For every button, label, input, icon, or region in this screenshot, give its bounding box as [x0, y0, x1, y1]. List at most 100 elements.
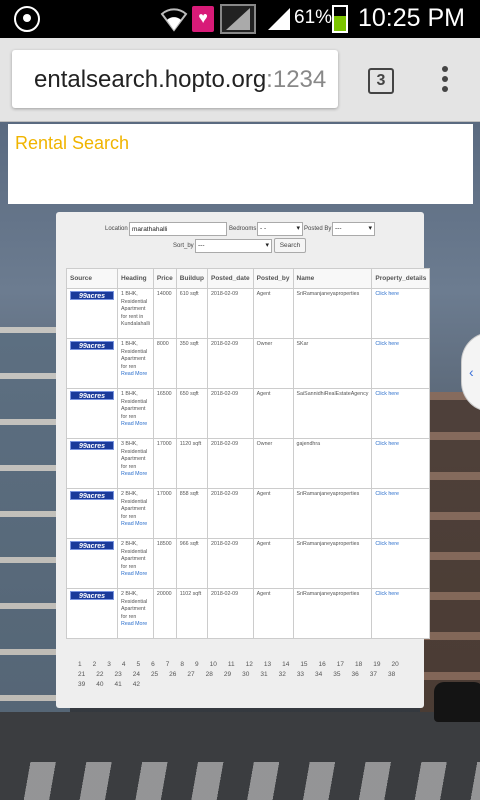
- click-here-link[interactable]: Click here: [375, 541, 399, 547]
- name-cell: SaiSannidhiRealEstateAgency: [292, 388, 373, 439]
- click-here-link[interactable]: Click here: [375, 591, 399, 597]
- page-link[interactable]: 36: [352, 670, 359, 680]
- location-input[interactable]: [129, 222, 227, 236]
- source-logo[interactable]: 99acres: [70, 441, 114, 450]
- page-link[interactable]: 13: [264, 660, 271, 670]
- click-here-link[interactable]: Click here: [375, 291, 399, 297]
- heading-cell: 1 BHK, Residential Apartment for ren Read…: [117, 338, 154, 389]
- url-bar[interactable]: entalsearch.hopto.org:1234: [12, 50, 338, 108]
- buildup-cell: 650 sqft: [175, 388, 208, 439]
- heading-cell: 1 BHK, Residential Apartment for rent in…: [117, 288, 154, 339]
- page-link[interactable]: 11: [228, 660, 235, 670]
- read-more-link[interactable]: Read More: [121, 621, 147, 627]
- page-link[interactable]: 35: [333, 670, 340, 680]
- source-logo[interactable]: 99acres: [70, 291, 114, 300]
- page-link[interactable]: 9: [195, 660, 199, 670]
- signal-box-icon: [220, 4, 256, 34]
- page-link[interactable]: 29: [224, 670, 231, 680]
- page-link[interactable]: 6: [151, 660, 155, 670]
- page-link[interactable]: 4: [122, 660, 126, 670]
- page-link[interactable]: 41: [114, 680, 121, 690]
- click-here-link[interactable]: Click here: [375, 341, 399, 347]
- page-link[interactable]: 7: [166, 660, 170, 670]
- source-logo[interactable]: 99acres: [70, 591, 114, 600]
- page-link[interactable]: 37: [370, 670, 377, 680]
- read-more-link[interactable]: Read More: [121, 571, 147, 577]
- page-link[interactable]: 39: [78, 680, 85, 690]
- table-row: 99acres 1 BHK, Residential Apartment for…: [66, 288, 431, 339]
- name-cell: SriRamanjaneyaproperties: [292, 488, 373, 539]
- buildup-cell: 1120 sqft: [175, 438, 208, 489]
- source-logo[interactable]: 99acres: [70, 491, 114, 500]
- column-header: Buildup: [175, 268, 208, 289]
- posted-date-cell: 2018-02-09: [206, 288, 254, 339]
- column-header: Source: [66, 268, 118, 289]
- page-link[interactable]: 34: [315, 670, 322, 680]
- page-link[interactable]: 31: [260, 670, 267, 680]
- page-link[interactable]: 23: [114, 670, 121, 680]
- page-link[interactable]: 12: [246, 660, 253, 670]
- read-more-link[interactable]: Read More: [121, 521, 147, 527]
- details-cell: Click here: [371, 588, 431, 639]
- table-row: 99acres 2 BHK, Residential Apartment for…: [66, 488, 431, 539]
- read-more-link[interactable]: Read More: [121, 371, 147, 377]
- heading-cell: 2 BHK, Residential Apartment for ren Read…: [117, 488, 154, 539]
- click-here-link[interactable]: Click here: [375, 391, 399, 397]
- page-link[interactable]: 19: [373, 660, 380, 670]
- sort-by-select[interactable]: ---: [195, 239, 272, 253]
- heading-cell: 1 BHK, Residential Apartment for ren Read…: [117, 388, 154, 439]
- tab-switcher-button[interactable]: 3: [368, 68, 394, 94]
- header-panel: Rental Search: [8, 124, 473, 204]
- click-here-link[interactable]: Click here: [375, 441, 399, 447]
- page-link[interactable]: 1: [78, 660, 82, 670]
- location-label: Location: [105, 226, 128, 232]
- page-link[interactable]: 21: [78, 670, 85, 680]
- heading-cell: 2 BHK, Residential Apartment for ren Read…: [117, 538, 154, 589]
- signal-icon: [268, 8, 290, 30]
- page-link[interactable]: 26: [169, 670, 176, 680]
- page-link[interactable]: 3: [107, 660, 111, 670]
- page-link[interactable]: 18: [355, 660, 362, 670]
- overflow-menu-icon[interactable]: [440, 66, 450, 96]
- search-button[interactable]: Search: [274, 238, 306, 253]
- details-cell: Click here: [371, 388, 431, 439]
- page-link[interactable]: 30: [242, 670, 249, 680]
- sort-by-label: Sort_by: [173, 243, 194, 249]
- page-link[interactable]: 22: [96, 670, 103, 680]
- page-link[interactable]: 25: [151, 670, 158, 680]
- buildup-cell: 610 sqft: [175, 288, 208, 339]
- page-link[interactable]: 2: [93, 660, 97, 670]
- page-link[interactable]: 42: [133, 680, 140, 690]
- page-link[interactable]: 10: [210, 660, 217, 670]
- read-more-link[interactable]: Read More: [121, 471, 147, 477]
- page-link[interactable]: 8: [180, 660, 184, 670]
- source-logo[interactable]: 99acres: [70, 541, 114, 550]
- page-link[interactable]: 20: [391, 660, 398, 670]
- click-here-link[interactable]: Click here: [375, 491, 399, 497]
- page-link[interactable]: 33: [297, 670, 304, 680]
- posted-date-cell: 2018-02-09: [206, 588, 254, 639]
- source-logo[interactable]: 99acres: [70, 391, 114, 400]
- page-link[interactable]: 32: [279, 670, 286, 680]
- page-link[interactable]: 16: [319, 660, 326, 670]
- posted-date-cell: 2018-02-09: [206, 388, 254, 439]
- column-header: Posted_date: [206, 268, 254, 289]
- details-cell: Click here: [371, 288, 431, 339]
- page-link[interactable]: 40: [96, 680, 103, 690]
- page-link[interactable]: 24: [133, 670, 140, 680]
- posted-date-cell: 2018-02-09: [206, 538, 254, 589]
- page-link[interactable]: 38: [388, 670, 395, 680]
- page-link[interactable]: 17: [337, 660, 344, 670]
- page-link[interactable]: 28: [206, 670, 213, 680]
- read-more-link[interactable]: Read More: [121, 421, 147, 427]
- posted-by-select[interactable]: ---: [332, 222, 375, 236]
- page-link[interactable]: 15: [300, 660, 307, 670]
- bedrooms-select[interactable]: - -: [257, 222, 303, 236]
- page-link[interactable]: 27: [187, 670, 194, 680]
- source-logo[interactable]: 99acres: [70, 341, 114, 350]
- page-link[interactable]: 5: [137, 660, 141, 670]
- page-link[interactable]: 14: [282, 660, 289, 670]
- content-panel: Location Bedrooms - - Posted By --- Sort…: [56, 212, 431, 708]
- url-host: entalsearch.hopto.org: [34, 66, 267, 93]
- table-row: 99acres 2 BHK, Residential Apartment for…: [66, 538, 431, 589]
